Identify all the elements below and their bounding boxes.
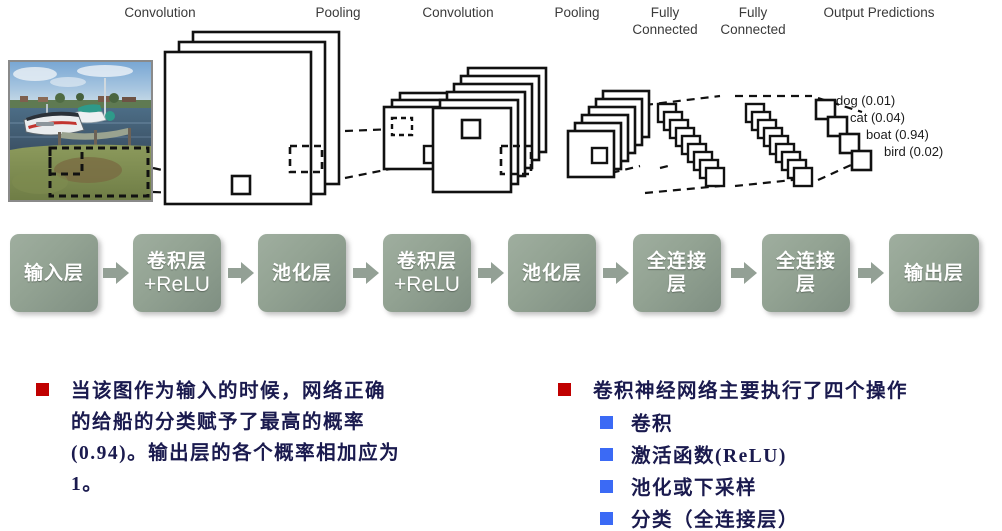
note-left-row: 当该图作为输入的时候，网络正确的给船的分类赋予了最高的概率(0.94)。输出层的… bbox=[36, 376, 401, 500]
prediction-cat: cat (0.04) bbox=[850, 110, 905, 125]
note-right-item: 分类（全连接层） bbox=[631, 510, 800, 531]
pipeline-box-label: 全连接 bbox=[775, 251, 836, 272]
pipeline-box-fully-connected-1[interactable]: 全连接 层 bbox=[633, 234, 721, 312]
pipeline-box-sublabel: 层 bbox=[666, 274, 687, 295]
pipeline-box-conv-relu-1[interactable]: 卷积层 +ReLU bbox=[133, 234, 221, 312]
cnn-layer-diagram bbox=[152, 30, 873, 206]
note-right: 卷积神经网络主要执行了四个操作 卷积 激活函数(ReLU) 池化或下采样 分类（… bbox=[558, 376, 908, 531]
bullet-square-icon bbox=[600, 480, 613, 493]
bullet-square-icon bbox=[600, 416, 613, 429]
conv1-feature-maps bbox=[163, 30, 341, 206]
note-right-item: 池化或下采样 bbox=[631, 478, 758, 499]
note-right-heading-row: 卷积神经网络主要执行了四个操作 bbox=[558, 376, 908, 407]
pipeline-box-label: 卷积层 bbox=[396, 251, 457, 272]
bullet-square-icon bbox=[36, 383, 49, 396]
pipeline-arrow-1 bbox=[103, 262, 129, 284]
pipeline-box-pooling-1[interactable]: 池化层 bbox=[258, 234, 346, 312]
note-left-text: 当该图作为输入的时候，网络正确的给船的分类赋予了最高的概率(0.94)。输出层的… bbox=[71, 381, 401, 495]
pipeline-box-sublabel: +ReLU bbox=[394, 273, 460, 296]
pipeline-box-label: 全连接 bbox=[646, 251, 707, 272]
pipeline-box-sublabel: +ReLU bbox=[144, 273, 210, 296]
pipeline-box-label: 卷积层 bbox=[146, 251, 207, 272]
bullet-square-icon bbox=[600, 512, 613, 525]
layer-pipeline: 输入层 卷积层 +ReLU 池化层 卷积层 +ReLU 池化层 全连接 层 全连… bbox=[0, 234, 1002, 320]
fc1-units bbox=[656, 102, 726, 188]
pipeline-box-label: 输入层 bbox=[23, 262, 84, 284]
list-item: 池化或下采样 bbox=[600, 473, 908, 504]
conv2-kernel-window bbox=[460, 118, 482, 140]
pipeline-box-input-layer[interactable]: 输入层 bbox=[10, 234, 98, 312]
pipeline-box-sublabel: 层 bbox=[795, 274, 816, 295]
pipeline-arrow-4 bbox=[478, 262, 504, 284]
conv2-feature-maps bbox=[431, 66, 548, 194]
bullet-square-icon bbox=[558, 383, 571, 396]
pipeline-arrow-3 bbox=[353, 262, 379, 284]
conv1-kernel-window bbox=[230, 174, 252, 196]
bullet-square-icon bbox=[600, 448, 613, 461]
note-right-sublist: 卷积 激活函数(ReLU) 池化或下采样 分类（全连接层） bbox=[600, 409, 908, 531]
pipeline-arrow-5 bbox=[603, 262, 629, 284]
list-item: 卷积 bbox=[600, 409, 908, 440]
note-left: 当该图作为输入的时候，网络正确的给船的分类赋予了最高的概率(0.94)。输出层的… bbox=[36, 376, 401, 500]
pipeline-box-conv-relu-2[interactable]: 卷积层 +ReLU bbox=[383, 234, 471, 312]
fc2-units bbox=[744, 102, 814, 188]
pipeline-arrow-6 bbox=[731, 262, 757, 284]
list-item: 激活函数(ReLU) bbox=[600, 441, 908, 472]
prediction-bird: bird (0.02) bbox=[884, 144, 944, 159]
pipeline-box-fully-connected-2[interactable]: 全连接 层 bbox=[762, 234, 850, 312]
note-right-heading: 卷积神经网络主要执行了四个操作 bbox=[593, 381, 909, 402]
pool2-kernel-window bbox=[590, 146, 609, 165]
pipeline-arrow-7 bbox=[858, 262, 884, 284]
note-right-item: 卷积 bbox=[631, 414, 674, 435]
list-item: 分类（全连接层） bbox=[600, 505, 908, 531]
pipeline-arrow-2 bbox=[228, 262, 254, 284]
slide-canvas: Convolution Pooling Convolution Pooling … bbox=[0, 0, 1002, 531]
pipeline-box-label: 池化层 bbox=[521, 262, 582, 284]
note-right-item: 激活函数(ReLU) bbox=[631, 446, 787, 467]
prediction-boat: boat (0.94) bbox=[866, 127, 929, 142]
pipeline-box-output-layer[interactable]: 输出层 bbox=[889, 234, 979, 312]
pipeline-box-label: 输出层 bbox=[903, 262, 964, 284]
pool2-feature-maps bbox=[566, 89, 651, 179]
pipeline-box-label: 池化层 bbox=[271, 262, 332, 284]
pipeline-box-pooling-2[interactable]: 池化层 bbox=[508, 234, 596, 312]
prediction-dog: dog (0.01) bbox=[836, 93, 896, 108]
